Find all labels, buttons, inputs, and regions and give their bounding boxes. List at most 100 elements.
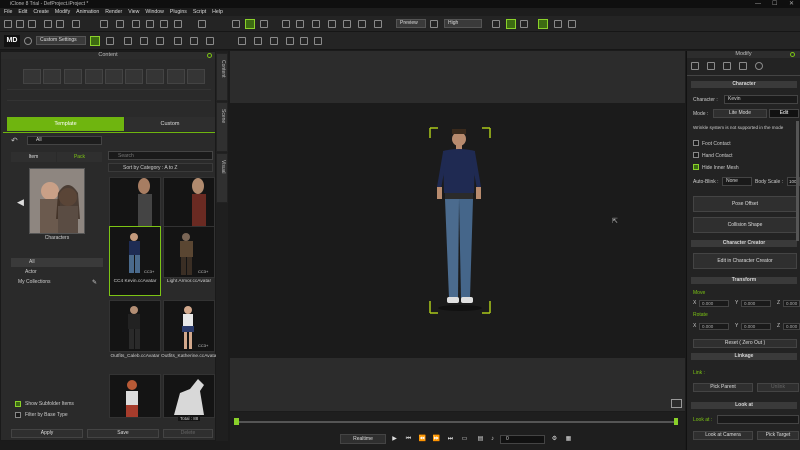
- move-icon[interactable]: [146, 20, 154, 28]
- preview-mode-select[interactable]: Preview: [396, 19, 426, 28]
- prev-frame-icon[interactable]: ⏪: [418, 435, 427, 443]
- eye-view-toggle[interactable]: [245, 19, 255, 29]
- tab-visual-vertical[interactable]: Visual: [216, 153, 228, 203]
- tab-template[interactable]: Template: [7, 117, 124, 131]
- undo-icon[interactable]: [100, 20, 108, 28]
- timeline-settings-icon[interactable]: ⚙: [550, 435, 559, 443]
- section-linkage[interactable]: Linkage: [691, 353, 797, 360]
- align-icon[interactable]: [254, 37, 262, 45]
- rotate-view-icon[interactable]: [374, 20, 382, 28]
- frame-field[interactable]: 0: [500, 435, 545, 444]
- category-icon[interactable]: [125, 69, 143, 84]
- content-item-horse[interactable]: [163, 374, 215, 418]
- category-icon[interactable]: [64, 69, 82, 84]
- paint-icon[interactable]: [198, 20, 206, 28]
- auto-blink-select[interactable]: None: [722, 177, 752, 186]
- filter-base-checkbox[interactable]: [15, 412, 21, 418]
- walk-icon[interactable]: [174, 37, 182, 45]
- panel-close-icon[interactable]: [207, 53, 212, 58]
- content-item-camila2[interactable]: [163, 177, 215, 229]
- menu-window[interactable]: Window: [145, 9, 163, 15]
- attributes-icon[interactable]: [691, 62, 699, 70]
- content-toggle[interactable]: [538, 19, 548, 29]
- first-frame-icon[interactable]: ⏮: [404, 435, 413, 443]
- apply-button[interactable]: Apply: [11, 429, 83, 438]
- grid-view-icon[interactable]: [286, 37, 294, 45]
- modify-close-icon[interactable]: [790, 52, 795, 57]
- menu-view[interactable]: View: [128, 9, 139, 15]
- rotate-icon[interactable]: [160, 20, 168, 28]
- tab-pack[interactable]: Pack: [57, 152, 102, 162]
- look-at-camera-button[interactable]: Look at Camera: [693, 431, 753, 440]
- subtitle-icon[interactable]: ▤: [476, 435, 485, 443]
- checker-icon[interactable]: [723, 62, 731, 70]
- category-icon[interactable]: [167, 69, 185, 84]
- folder-path[interactable]: All: [27, 136, 102, 145]
- category-icon[interactable]: [146, 69, 164, 84]
- display-icon[interactable]: [430, 20, 438, 28]
- rotate-y-field[interactable]: 0.000: [741, 323, 771, 330]
- close-button[interactable]: ✕: [789, 0, 794, 8]
- prev-arrow-icon[interactable]: ◀: [17, 197, 24, 208]
- menu-file[interactable]: File: [4, 9, 12, 15]
- settings-icon[interactable]: [24, 37, 32, 45]
- category-icon[interactable]: [85, 69, 103, 84]
- tree-item-actor[interactable]: Actor: [25, 269, 37, 275]
- menu-animation[interactable]: Animation: [76, 9, 99, 15]
- pan-icon[interactable]: [343, 20, 351, 28]
- unlink-button[interactable]: Unlink: [757, 383, 799, 392]
- zoom-icon[interactable]: [358, 20, 366, 28]
- motion-puppet-icon[interactable]: [156, 37, 164, 45]
- delete-button[interactable]: Delete: [163, 429, 213, 438]
- section-character[interactable]: Character: [691, 81, 797, 88]
- character-name-field[interactable]: Kevin: [724, 95, 798, 104]
- new-project-icon[interactable]: [4, 20, 12, 28]
- audio-icon[interactable]: ♪: [488, 435, 497, 443]
- tab-item[interactable]: Item: [11, 152, 56, 162]
- tab-custom[interactable]: Custom: [125, 117, 215, 131]
- character-kevin-model[interactable]: [230, 103, 685, 358]
- back-arrow-icon[interactable]: ↶: [11, 136, 18, 145]
- edit-pencil-icon[interactable]: ✎: [92, 279, 97, 286]
- menu-script[interactable]: Script: [193, 9, 206, 15]
- content-item-outfits-katherine[interactable]: CC3+: [163, 300, 215, 352]
- hand-contact-checkbox[interactable]: [693, 152, 699, 158]
- home-icon[interactable]: [312, 20, 320, 28]
- camera-icon[interactable]: [260, 20, 268, 28]
- open-icon[interactable]: [16, 20, 24, 28]
- foot-contact-checkbox[interactable]: [693, 140, 699, 146]
- chat-icon[interactable]: [671, 399, 682, 408]
- collision-shape-button[interactable]: Collision Shape: [693, 217, 797, 233]
- modify-toggle-icon[interactable]: [554, 20, 562, 28]
- sort-select[interactable]: Sort by Category : A to Z: [108, 163, 213, 172]
- pose-offset-button[interactable]: Pose Offset: [693, 196, 797, 212]
- minimize-button[interactable]: —: [755, 0, 761, 8]
- rotate-z-field[interactable]: 0.000: [783, 323, 800, 330]
- tab-content-vertical[interactable]: Content: [216, 53, 228, 101]
- show-subfolder-checkbox[interactable]: [15, 401, 21, 407]
- rotate-x-field[interactable]: 0.000: [699, 323, 729, 330]
- fit-view-icon[interactable]: [328, 20, 336, 28]
- timeline-toggle-icon[interactable]: ▦: [564, 435, 573, 443]
- edit-mode-button[interactable]: Edit: [769, 109, 799, 118]
- menu-edit[interactable]: Edit: [18, 9, 27, 15]
- section-transform[interactable]: Transform: [691, 277, 797, 284]
- maximize-button[interactable]: ☐: [772, 0, 777, 8]
- look-at-field[interactable]: [717, 415, 799, 424]
- category-icon[interactable]: [105, 69, 123, 84]
- tab-scene-vertical[interactable]: Scene: [216, 102, 228, 152]
- export-icon[interactable]: [56, 20, 64, 28]
- loop-icon[interactable]: ▭: [460, 435, 469, 443]
- light-icon[interactable]: [296, 20, 304, 28]
- material-icon[interactable]: [755, 62, 763, 70]
- realtime-button[interactable]: Realtime: [340, 434, 386, 444]
- content-item-girl[interactable]: [109, 374, 161, 418]
- body-puppet-icon[interactable]: [140, 37, 148, 45]
- render-icon[interactable]: [72, 20, 80, 28]
- timeline-end-marker[interactable]: [674, 418, 678, 425]
- layout-icon[interactable]: [270, 37, 278, 45]
- last-frame-icon[interactable]: ⏭: [446, 435, 455, 443]
- head-icon[interactable]: [739, 62, 747, 70]
- section-character-creator[interactable]: Character Creator: [691, 240, 797, 247]
- select-icon[interactable]: [132, 20, 140, 28]
